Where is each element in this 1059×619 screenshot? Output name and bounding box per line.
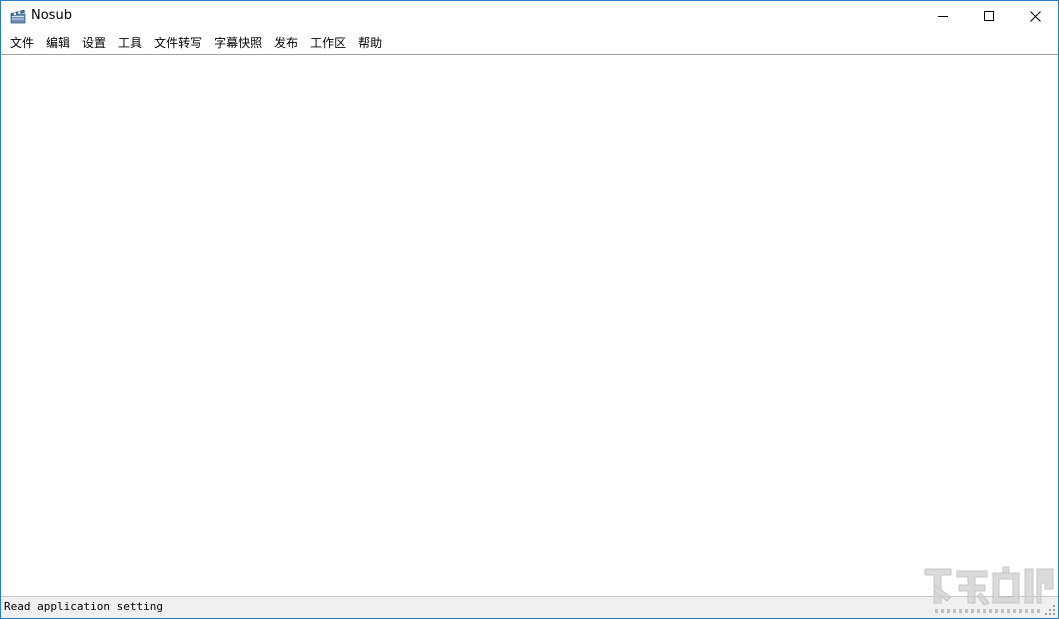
menu-help[interactable]: 帮助 — [352, 33, 388, 53]
workspace-area[interactable] — [1, 54, 1058, 596]
menu-tools[interactable]: 工具 — [112, 33, 148, 53]
menu-transcribe[interactable]: 文件转写 — [148, 33, 208, 53]
menu-publish[interactable]: 发布 — [268, 33, 304, 53]
menu-workspace[interactable]: 工作区 — [304, 33, 352, 53]
app-window: Nosub 文件 编辑 设置 工具 文件转写 字幕快照 发布 工作区 帮助 Re… — [0, 0, 1059, 619]
watermark-logo-icon — [924, 566, 1054, 613]
close-button[interactable] — [1012, 1, 1058, 31]
close-icon — [1029, 10, 1041, 22]
menu-subtitle-snapshot[interactable]: 字幕快照 — [208, 33, 268, 53]
minimize-icon — [938, 16, 948, 17]
minimize-button[interactable] — [920, 1, 966, 31]
window-title: Nosub — [31, 8, 72, 23]
status-text: Read application setting — [4, 600, 163, 613]
menu-settings[interactable]: 设置 — [76, 33, 112, 53]
status-bar: Read application setting — [1, 596, 1058, 618]
menu-file[interactable]: 文件 — [4, 33, 40, 53]
maximize-icon — [984, 11, 994, 21]
title-bar[interactable]: Nosub — [1, 1, 1058, 31]
menu-edit[interactable]: 编辑 — [40, 33, 76, 53]
clapperboard-icon — [10, 9, 26, 24]
maximize-button[interactable] — [966, 1, 1012, 31]
menu-bar: 文件 编辑 设置 工具 文件转写 字幕快照 发布 工作区 帮助 — [1, 31, 1058, 54]
